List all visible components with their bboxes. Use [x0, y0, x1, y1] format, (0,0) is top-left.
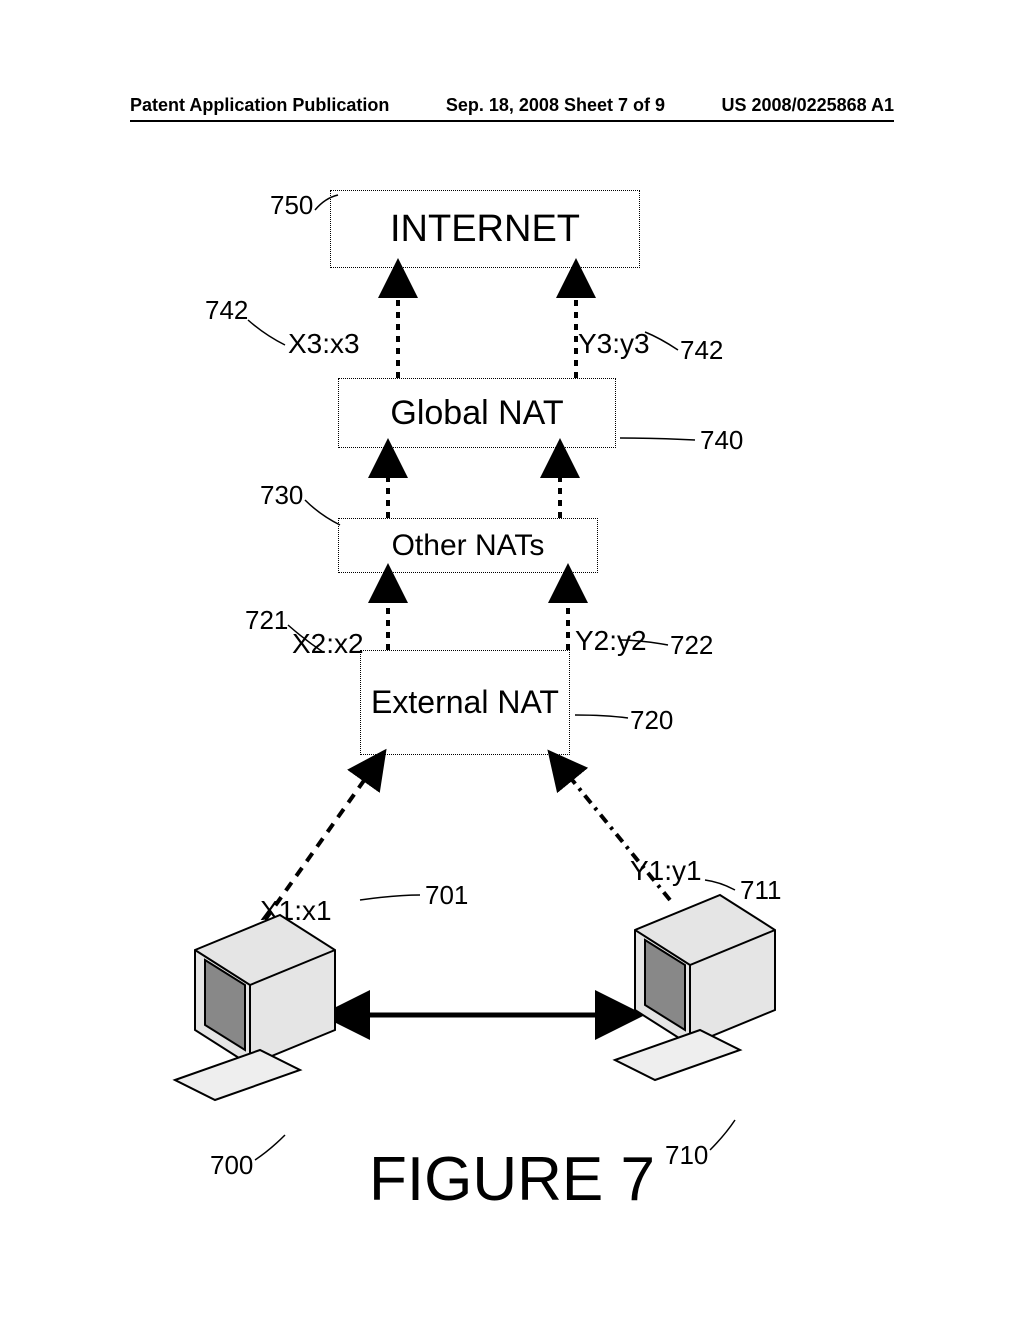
computer-icon — [600, 880, 800, 1100]
page-header: Patent Application Publication Sep. 18, … — [0, 95, 1024, 116]
header-left: Patent Application Publication — [130, 95, 389, 116]
figure-title: FIGURE 7 — [130, 1144, 894, 1215]
computer-left — [160, 900, 340, 1080]
computer-right — [600, 880, 780, 1060]
computer-icon — [160, 900, 360, 1120]
header-divider — [130, 120, 894, 122]
diagram: INTERNET Global NAT Other NATs External … — [130, 160, 894, 1220]
header-center: Sep. 18, 2008 Sheet 7 of 9 — [446, 95, 665, 116]
header-right: US 2008/0225868 A1 — [722, 95, 894, 116]
